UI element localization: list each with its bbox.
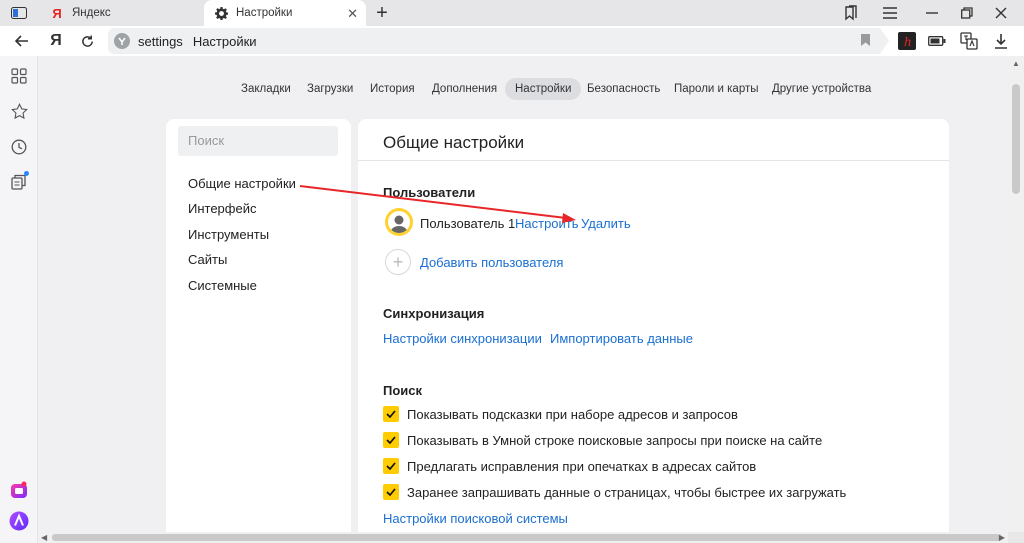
tab-extensions[interactable]: Дополнения	[422, 78, 507, 100]
search-option-typo-fixes[interactable]: Предлагать исправления при опечатках в а…	[383, 458, 756, 474]
star-icon[interactable]	[8, 100, 30, 122]
yandex-logo-icon: Я	[52, 5, 62, 21]
back-arrow-icon[interactable]	[11, 31, 33, 51]
scrollbar-thumb[interactable]	[1012, 84, 1020, 194]
tab-settings-active[interactable]: Настройки	[505, 78, 582, 100]
checkbox-label: Заранее запрашивать данные о страницах, …	[407, 484, 847, 500]
search-engine-settings-link[interactable]: Настройки поисковой системы	[383, 511, 568, 526]
tabs-icon	[11, 7, 27, 19]
notification-dot	[24, 171, 29, 176]
search-option-suggestions[interactable]: Показывать подсказки при наборе адресов …	[383, 406, 738, 422]
import-data-link[interactable]: Импортировать данные	[550, 331, 693, 346]
download-icon[interactable]	[990, 31, 1012, 51]
divider	[358, 160, 949, 161]
bookmarks-panel-icon[interactable]	[839, 2, 863, 24]
alice-assistant-icon[interactable]	[8, 510, 30, 532]
new-tab-button[interactable]: +	[372, 1, 392, 25]
scroll-left-arrow-icon[interactable]: ◀	[41, 532, 47, 543]
yandex-home-button[interactable]: Я	[45, 31, 67, 51]
tab-label: Яндекс	[72, 7, 111, 19]
user-avatar	[385, 208, 413, 236]
checkbox-label: Показывать в Умной строке поисковые запр…	[407, 432, 823, 448]
close-window-icon[interactable]	[989, 2, 1013, 24]
checkbox-checked[interactable]	[383, 458, 399, 474]
scrollbar-corner	[1008, 532, 1024, 543]
checkbox-checked[interactable]	[383, 484, 399, 500]
tab-downloads[interactable]: Загрузки	[297, 78, 363, 100]
extension-icon[interactable]: h	[896, 31, 918, 51]
section-general[interactable]: Общие настройки	[188, 176, 296, 191]
settings-top-navigation: Закладки Загрузки История Дополнения Нас…	[38, 78, 1008, 100]
search-option-site-queries[interactable]: Показывать в Умной строке поисковые запр…	[383, 432, 822, 448]
scroll-right-arrow-icon[interactable]: ▶	[999, 532, 1005, 543]
scrollbar-thumb[interactable]	[52, 534, 1002, 541]
tab-passwords-cards[interactable]: Пароли и карты	[664, 78, 769, 100]
battery-icon[interactable]	[926, 31, 948, 51]
translate-icon[interactable]	[958, 31, 980, 51]
configure-user-link[interactable]: Настроить	[515, 216, 579, 231]
sync-section-title: Синхронизация	[383, 306, 485, 321]
gear-icon	[214, 6, 228, 20]
tab-security[interactable]: Безопасность	[577, 78, 670, 100]
checkbox-checked[interactable]	[383, 432, 399, 448]
checkmark-icon	[386, 462, 396, 470]
scroll-up-arrow-icon[interactable]: ▲	[1012, 59, 1020, 68]
checkbox-label: Показывать подсказки при наборе адресов …	[407, 406, 738, 422]
address-bar[interactable]: settings Настройки	[108, 28, 889, 54]
messenger-icon[interactable]	[8, 479, 30, 501]
delete-user-link[interactable]: Удалить	[581, 216, 631, 231]
user-silhouette-icon	[390, 215, 408, 233]
add-user-link[interactable]: Добавить пользователя	[420, 255, 563, 270]
vertical-scrollbar[interactable]: ▲	[1008, 56, 1024, 532]
close-tab-icon[interactable]: ✕	[347, 6, 358, 22]
general-settings-panel: Общие настройки Пользователи Пользовател…	[358, 119, 949, 532]
section-system[interactable]: Системные	[188, 278, 257, 293]
checkmark-icon	[386, 410, 396, 418]
checkbox-label: Предлагать исправления при опечатках в а…	[407, 458, 757, 474]
navigation-bar: Я settings Настройки h	[0, 26, 1024, 56]
tab-list-button[interactable]	[6, 4, 32, 22]
checkbox-checked[interactable]	[383, 406, 399, 422]
section-sites[interactable]: Сайты	[188, 252, 227, 267]
history-clock-icon[interactable]	[8, 136, 30, 158]
url-title: Настройки	[192, 33, 257, 49]
settings-search-input[interactable]: Поиск	[178, 126, 338, 156]
side-panel	[0, 56, 38, 543]
tab-settings[interactable]: Настройки ✕	[204, 0, 366, 26]
settings-page: Закладки Загрузки История Дополнения Нас…	[38, 56, 1008, 532]
settings-site-icon	[114, 33, 130, 49]
tab-bookmarks[interactable]: Закладки	[231, 78, 301, 100]
tab-label: Настройки	[236, 7, 293, 19]
user-name: Пользователь 1	[420, 216, 516, 231]
search-option-prefetch[interactable]: Заранее запрашивать данные о страницах, …	[383, 484, 846, 500]
url-host: settings	[138, 33, 183, 49]
add-user-plus-icon[interactable]: +	[385, 249, 411, 275]
minimize-icon[interactable]	[920, 2, 944, 24]
tab-history[interactable]: История	[360, 78, 425, 100]
checkmark-icon	[386, 488, 396, 496]
tab-other-devices[interactable]: Другие устройства	[762, 78, 881, 100]
page-title: Общие настройки	[383, 133, 525, 152]
horizontal-scrollbar[interactable]: ◀ ▶	[38, 532, 1008, 543]
collections-icon[interactable]	[8, 171, 30, 193]
sync-settings-link[interactable]: Настройки синхронизации	[383, 331, 542, 346]
reload-icon[interactable]	[76, 31, 98, 51]
checkmark-icon	[386, 436, 396, 444]
search-section-title: Поиск	[383, 383, 423, 398]
tab-bar: Я Яндекс Настройки ✕ +	[0, 0, 1024, 26]
users-section-title: Пользователи	[383, 185, 476, 200]
settings-sections-panel: Поиск Общие настройки Интерфейс Инструме…	[166, 119, 351, 532]
restore-icon[interactable]	[955, 2, 979, 24]
bookmark-flag-icon[interactable]	[861, 34, 870, 49]
apps-grid-icon[interactable]	[8, 65, 30, 87]
svg-text:h: h	[904, 35, 912, 49]
section-interface[interactable]: Интерфейс	[188, 201, 256, 216]
menu-icon[interactable]	[878, 2, 902, 24]
section-tools[interactable]: Инструменты	[188, 227, 269, 242]
tab-yandex[interactable]: Я Яндекс	[40, 0, 205, 26]
